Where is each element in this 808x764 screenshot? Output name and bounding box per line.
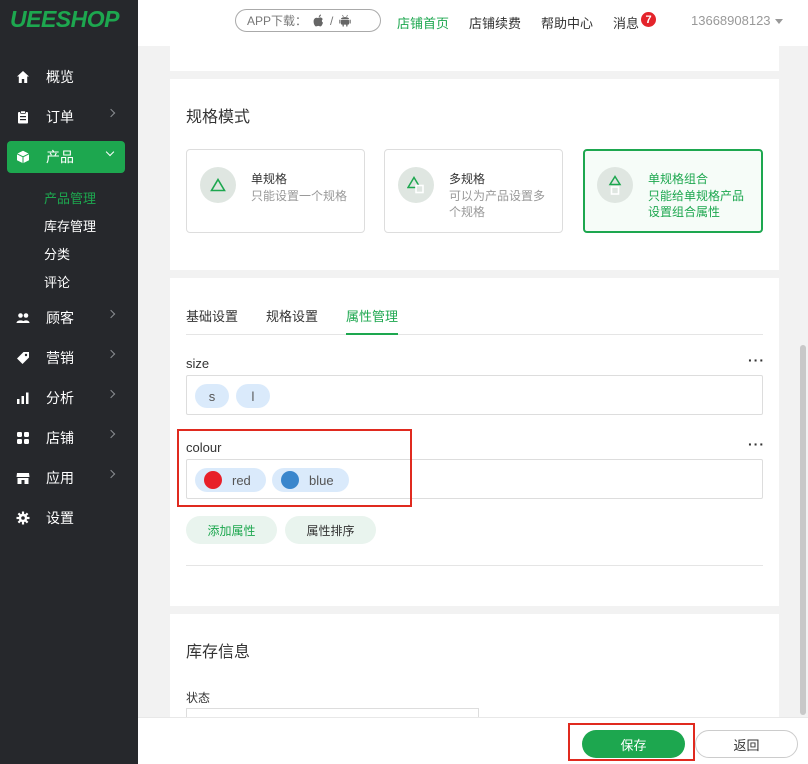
status-select[interactable] bbox=[186, 708, 479, 717]
spec-mode-title: 规格模式 bbox=[186, 109, 251, 126]
app-download-label: APP下载： bbox=[247, 14, 308, 28]
scrollbar[interactable] bbox=[800, 345, 806, 715]
sidebar-item-label: 分析 bbox=[46, 390, 74, 406]
sidebar-subitem-inventory-management[interactable]: 库存管理 bbox=[44, 216, 96, 235]
attribute-value-chip[interactable]: l bbox=[236, 384, 270, 408]
status-label: 状态 bbox=[186, 691, 211, 705]
more-options-icon[interactable]: ··· bbox=[748, 352, 765, 368]
sidebar-item-marketing[interactable]: 营销 bbox=[0, 342, 138, 374]
tab-attribute-management[interactable]: 属性管理 bbox=[346, 306, 398, 325]
top-header: APP下载： / 店铺首页 店铺续费 帮助中心 消息 7 13668908123 bbox=[138, 0, 808, 46]
tag-icon bbox=[16, 351, 30, 365]
sidebar: UEESHOP 概览 订单 产品 产品管理 库存管理 分类 评论 顾客 营销 分… bbox=[0, 0, 138, 764]
sidebar-item-apps[interactable]: 应用 bbox=[0, 462, 138, 494]
spec-mode-single-combination[interactable]: 单规格组合 只能给单规格产品设置组合属性 bbox=[583, 149, 763, 233]
inventory-card: 库存信息 状态 bbox=[170, 614, 779, 717]
tab-spec-settings[interactable]: 规格设置 bbox=[266, 306, 318, 325]
sidebar-subitem-product-management[interactable]: 产品管理 bbox=[44, 188, 96, 207]
sidebar-item-analytics[interactable]: 分析 bbox=[0, 382, 138, 414]
sidebar-item-store[interactable]: 店铺 bbox=[0, 422, 138, 454]
store-icon bbox=[16, 471, 30, 485]
chevron-right-icon bbox=[106, 389, 116, 399]
apple-icon[interactable] bbox=[313, 14, 324, 27]
sidebar-item-label: 店铺 bbox=[46, 430, 74, 446]
sidebar-item-label: 营销 bbox=[46, 350, 74, 366]
spec-mode-card: 规格模式 单规格 只能设置一个规格 多规格 可以为产品设置多个规格 单规格组合 … bbox=[170, 79, 779, 270]
divider bbox=[186, 565, 763, 566]
header-link-messages[interactable]: 消息 bbox=[613, 13, 639, 32]
chevron-right-icon bbox=[106, 309, 116, 319]
chevron-right-icon bbox=[106, 469, 116, 479]
sidebar-item-overview[interactable]: 概览 bbox=[0, 61, 138, 93]
tab-divider bbox=[186, 334, 763, 335]
add-attribute-button[interactable]: 添加属性 bbox=[186, 516, 277, 544]
chevron-right-icon bbox=[106, 349, 116, 359]
tab-basic-settings[interactable]: 基础设置 bbox=[186, 306, 238, 325]
sidebar-item-customers[interactable]: 顾客 bbox=[0, 302, 138, 334]
spec-mode-name: 多规格 bbox=[449, 172, 486, 186]
previous-section-card bbox=[170, 46, 779, 71]
home-icon bbox=[16, 70, 30, 84]
header-link-help-center[interactable]: 帮助中心 bbox=[541, 13, 593, 32]
sidebar-item-label: 概览 bbox=[46, 69, 74, 85]
spec-mode-desc: 只能给单规格产品设置组合属性 bbox=[648, 189, 745, 219]
spec-mode-multiple[interactable]: 多规格 可以为产品设置多个规格 bbox=[384, 149, 563, 233]
separator: / bbox=[330, 13, 334, 28]
spec-mode-name: 单规格组合 bbox=[648, 172, 709, 186]
user-account[interactable]: 13668908123 bbox=[691, 13, 771, 28]
triangle-square-stack-icon bbox=[597, 167, 633, 203]
chevron-right-icon bbox=[106, 108, 116, 118]
attribute-name-size: size bbox=[186, 356, 210, 371]
users-icon bbox=[16, 311, 30, 325]
attribute-values-size[interactable]: s l bbox=[186, 375, 763, 415]
grid-icon bbox=[16, 431, 30, 445]
highlight-frame-colour bbox=[177, 429, 412, 507]
header-link-store-home[interactable]: 店铺首页 bbox=[397, 13, 449, 32]
sidebar-item-label: 订单 bbox=[46, 109, 74, 125]
sidebar-item-label: 产品 bbox=[46, 149, 74, 165]
sort-attributes-button[interactable]: 属性排序 bbox=[285, 516, 376, 544]
chevron-right-icon bbox=[106, 429, 116, 439]
highlight-frame-save bbox=[568, 723, 695, 761]
chevron-down-icon bbox=[105, 147, 115, 157]
sidebar-item-label: 顾客 bbox=[46, 310, 74, 326]
clipboard-icon bbox=[16, 110, 30, 124]
spec-mode-name: 单规格 bbox=[251, 172, 288, 186]
app-logo[interactable]: UEESHOP bbox=[10, 6, 119, 33]
attribute-value-chip[interactable]: s bbox=[195, 384, 229, 408]
box-icon bbox=[16, 150, 30, 164]
caret-down-icon[interactable] bbox=[775, 19, 783, 24]
header-link-store-renewal[interactable]: 店铺续费 bbox=[469, 13, 521, 32]
triangle-square-icon bbox=[398, 167, 434, 203]
bar-chart-icon bbox=[16, 391, 30, 405]
sidebar-item-products[interactable]: 产品 bbox=[7, 141, 125, 173]
spec-mode-single[interactable]: 单规格 只能设置一个规格 bbox=[186, 149, 365, 233]
sidebar-subitem-reviews[interactable]: 评论 bbox=[44, 272, 70, 291]
back-button[interactable]: 返回 bbox=[695, 730, 798, 758]
sidebar-item-label: 应用 bbox=[46, 470, 74, 486]
gear-icon bbox=[16, 511, 30, 525]
inventory-title: 库存信息 bbox=[186, 644, 251, 661]
more-options-icon[interactable]: ··· bbox=[748, 436, 765, 452]
android-icon[interactable] bbox=[339, 14, 352, 27]
sidebar-item-settings[interactable]: 设置 bbox=[0, 502, 138, 534]
triangle-icon bbox=[200, 167, 236, 203]
message-count-badge: 7 bbox=[641, 12, 656, 27]
spec-mode-desc: 可以为产品设置多个规格 bbox=[449, 189, 546, 219]
sidebar-item-orders[interactable]: 订单 bbox=[0, 101, 138, 133]
footer-bar: 保存 返回 bbox=[138, 717, 808, 764]
spec-mode-desc: 只能设置一个规格 bbox=[251, 189, 348, 203]
tab-active-indicator bbox=[346, 333, 398, 335]
sidebar-item-label: 设置 bbox=[46, 510, 74, 526]
app-download[interactable]: APP下载： / bbox=[235, 9, 381, 32]
sidebar-subitem-category[interactable]: 分类 bbox=[44, 244, 70, 263]
